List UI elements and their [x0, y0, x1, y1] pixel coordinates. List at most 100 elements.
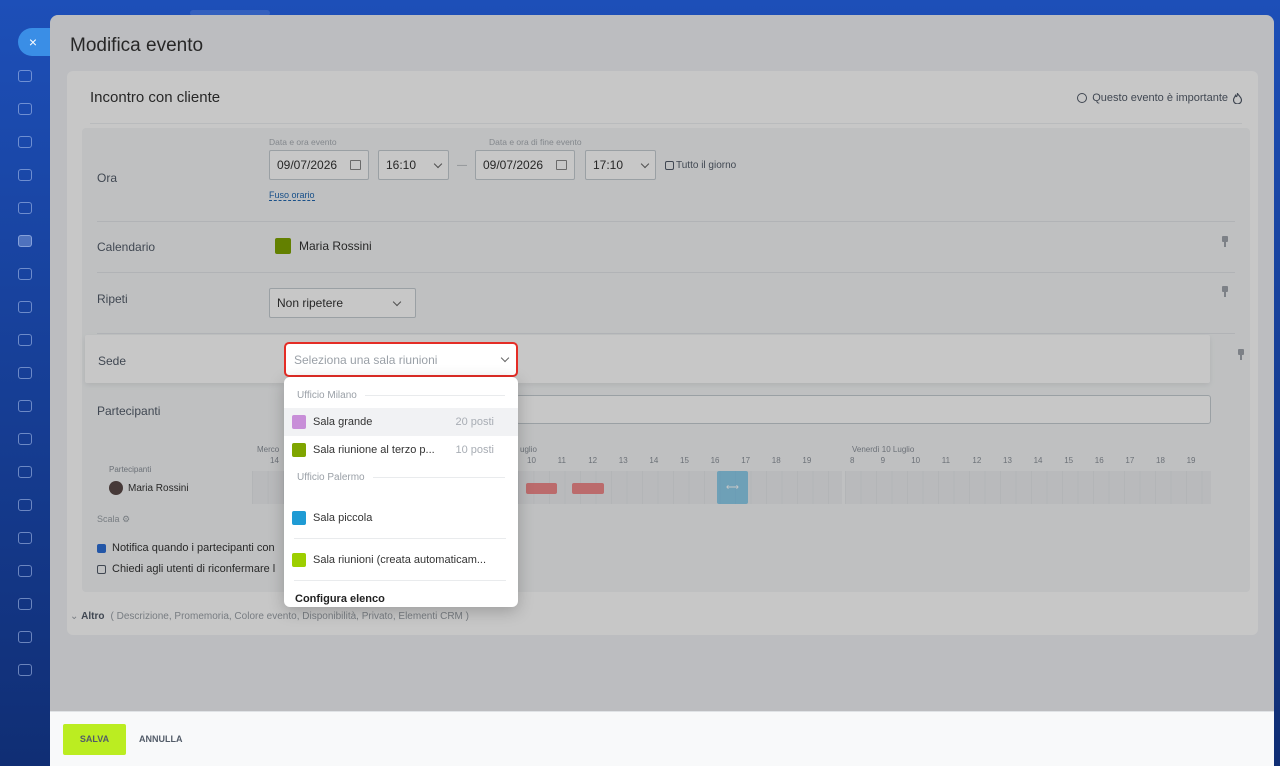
tasks-icon[interactable]	[18, 136, 32, 148]
planner-participants-label: Partecipanti	[109, 465, 152, 474]
planner-hour-label: 15	[1064, 456, 1074, 465]
planner-hour-label: 8	[850, 456, 855, 465]
busy-block	[526, 483, 557, 494]
calendar-icon[interactable]	[18, 235, 32, 247]
menu-item-sala-grande[interactable]: Sala grande 20 posti	[284, 408, 518, 436]
planner-day-right: Venerdì 10 Luglio	[852, 445, 915, 454]
scale-setting[interactable]: Scala ⚙	[97, 514, 130, 525]
chevron-down-icon: ⌄	[70, 611, 82, 622]
busy-block	[572, 483, 604, 494]
checkbox-checked-icon	[97, 543, 106, 553]
notify-label: Notifica quando i partecipanti con	[112, 542, 275, 554]
meeting-icon[interactable]	[18, 268, 32, 280]
more-icon[interactable]	[18, 664, 32, 676]
planner-hour-label: 9	[880, 456, 886, 465]
users-icon[interactable]	[18, 565, 32, 577]
important-label: Questo evento è importante	[1092, 92, 1228, 104]
start-date-input[interactable]: 09/07/2026	[269, 150, 369, 180]
time-selector-handle[interactable]: ⟷	[717, 471, 748, 504]
planner-hour: 14	[270, 456, 279, 465]
forms-icon[interactable]	[18, 400, 32, 412]
room-name: Sala grande	[313, 416, 373, 428]
reconfirm-checkbox[interactable]: Chiedi agli utenti di riconfermare l	[97, 563, 275, 575]
storage-icon[interactable]	[18, 499, 32, 511]
planner-hour-label: 17	[1125, 456, 1135, 465]
flame-icon	[1233, 92, 1242, 104]
planner-hour-label: 10	[911, 456, 921, 465]
docs-icon[interactable]	[18, 301, 32, 313]
room-color-swatch	[292, 443, 306, 457]
calendar-select[interactable]: Maria Rossini	[275, 238, 372, 254]
filter-icon[interactable]	[18, 433, 32, 445]
room-name: Sala riunioni (creata automaticam...	[313, 554, 487, 566]
left-sidebar	[0, 0, 50, 766]
shop-icon[interactable]	[18, 466, 32, 478]
room-seats: 20 posti	[455, 416, 494, 428]
event-name-input[interactable]: Incontro con cliente	[90, 89, 220, 106]
time-label: Ora	[97, 171, 118, 185]
planner-hour-label: 10	[527, 456, 536, 465]
menu-item-sala-piccola[interactable]: Sala piccola	[284, 504, 518, 532]
room-color-swatch	[292, 415, 306, 429]
planner-hour-label: 14	[1033, 456, 1043, 465]
pin-icon[interactable]	[1222, 236, 1228, 247]
planner-grid	[252, 471, 284, 504]
menu-item-auto-room[interactable]: Sala riunioni (creata automaticam...	[284, 546, 518, 574]
pin-icon[interactable]	[1238, 349, 1244, 360]
menu-item-sala-terzo-piano[interactable]: Sala riunione al terzo p... 10 posti	[284, 436, 518, 464]
close-slider-button[interactable]: ×	[18, 28, 54, 56]
menu-group-header: Ufficio Milano	[297, 390, 505, 401]
pin-icon[interactable]	[1222, 286, 1228, 297]
planner-hour-label: 12	[588, 456, 598, 465]
more-section-toggle[interactable]: ⌄ Altro ( Descrizione, Promemoria, Colore…	[70, 611, 469, 622]
repeat-select[interactable]: Non ripetere	[269, 288, 416, 318]
participant-row: Maria Rossini	[109, 481, 189, 495]
end-time-select[interactable]: 17:10	[585, 150, 656, 180]
chevron-down-icon	[640, 159, 650, 168]
configure-list-link[interactable]: Configura elenco	[295, 593, 385, 605]
participants-input[interactable]	[516, 395, 1211, 424]
feed-icon[interactable]	[18, 202, 32, 214]
all-day-label: Tutto il giorno	[676, 160, 737, 171]
cancel-button[interactable]: ANNULLA	[139, 724, 183, 755]
participant-name: Maria Rossini	[128, 482, 189, 494]
menu-divider	[294, 538, 506, 539]
room-color-swatch	[292, 553, 306, 567]
save-button[interactable]: SALVA	[63, 724, 126, 755]
more-label: Altro	[81, 611, 105, 622]
location-label: Sede	[98, 354, 127, 368]
start-date-value: 09/07/2026	[277, 158, 338, 172]
sidebar-icon[interactable]	[18, 70, 32, 82]
timezone-link[interactable]: Fuso orario	[269, 190, 315, 201]
planner-hour-label: 19	[1186, 456, 1196, 465]
important-toggle[interactable]: Questo evento è importante	[1077, 92, 1242, 104]
location-row: Sede	[85, 335, 1210, 383]
menu-group-header: Ufficio Palermo	[297, 472, 505, 483]
notify-checkbox[interactable]: Notifica quando i partecipanti con	[97, 542, 275, 554]
planner-hour-label: 11	[941, 456, 951, 465]
planner-hour-label: 16	[710, 456, 720, 465]
room-select[interactable]: Seleziona una sala riunioni	[284, 342, 518, 377]
scale-label: Scala	[97, 514, 120, 524]
calendar-color-swatch	[275, 238, 291, 254]
grid-icon[interactable]	[18, 631, 32, 643]
end-date-input[interactable]: 09/07/2026	[475, 150, 575, 180]
divider	[90, 123, 1242, 124]
planner-hour-label: 19	[802, 456, 812, 465]
drive-icon[interactable]	[18, 334, 32, 346]
planner-hour-label: 11	[557, 456, 566, 465]
sites-icon[interactable]	[18, 532, 32, 544]
calendar-owner: Maria Rossini	[299, 239, 372, 253]
chat-icon[interactable]	[18, 103, 32, 115]
crm-icon[interactable]	[18, 169, 32, 181]
reconfirm-label: Chiedi agli utenti di riconfermare l	[112, 563, 276, 575]
footer-bar: SALVA ANNULLA	[50, 711, 1274, 766]
start-time-select[interactable]: 16:10	[378, 150, 449, 180]
close-icon: ×	[28, 34, 38, 50]
end-caption: Data e ora di fine evento	[489, 137, 582, 147]
all-day-checkbox[interactable]: Tutto il giorno	[665, 160, 736, 171]
mail-icon[interactable]	[18, 367, 32, 379]
checkbox-icon	[665, 161, 674, 170]
start-caption: Data e ora evento	[269, 137, 337, 147]
apps-icon[interactable]	[18, 598, 32, 610]
